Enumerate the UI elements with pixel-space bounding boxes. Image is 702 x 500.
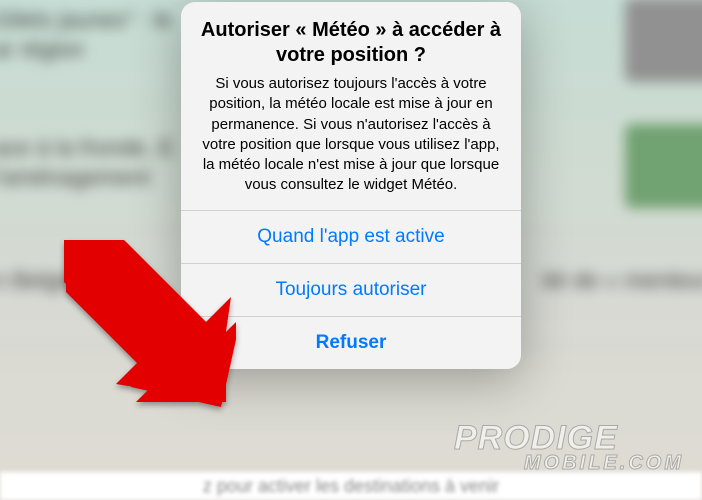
bg-headline: ité de « menteur <box>542 267 702 294</box>
while-using-button[interactable]: Quand l'app est active <box>181 210 521 263</box>
permission-alert: Autoriser « Météo » à accéder à votre po… <box>181 2 521 369</box>
alert-buttons: Quand l'app est active Toujours autorise… <box>181 210 521 369</box>
alert-message: Si vous autorisez toujours l'accès à vot… <box>199 74 503 196</box>
bg-bottom-text: z pour activer les destinations à venir <box>0 472 702 500</box>
bg-thumbnail <box>625 0 702 82</box>
deny-button[interactable]: Refuser <box>181 316 521 369</box>
always-allow-button[interactable]: Toujours autoriser <box>181 263 521 316</box>
bg-thumbnail <box>625 124 702 208</box>
alert-title: Autoriser « Météo » à accéder à votre po… <box>199 18 503 68</box>
